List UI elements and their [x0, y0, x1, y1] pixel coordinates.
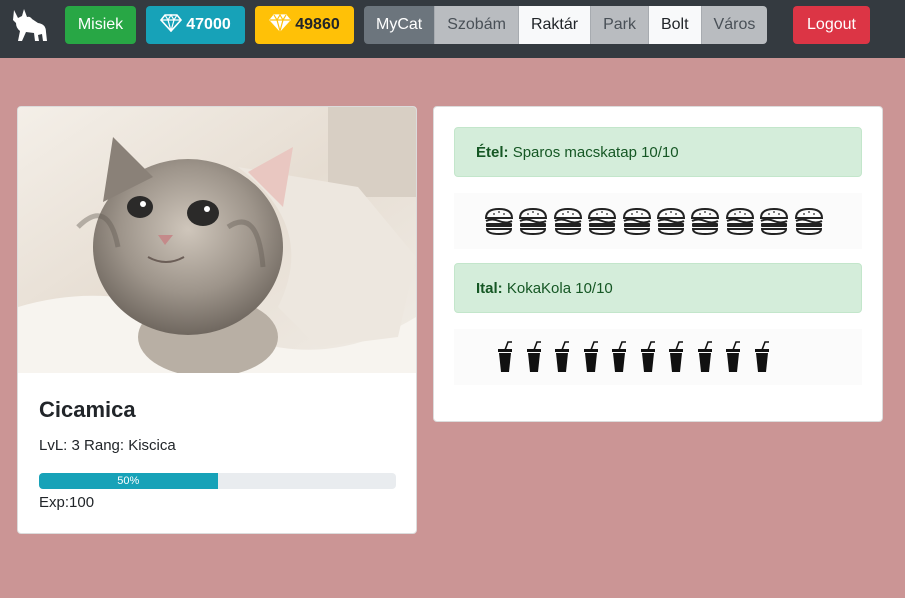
food-label: Étel: — [476, 144, 509, 161]
exp-value: Exp:100 — [39, 494, 95, 511]
soda-cup-icon — [754, 341, 769, 372]
nav-tab-group: MyCat Szobám Raktár Park Bolt Város — [364, 6, 768, 44]
hamburger-icon — [484, 207, 514, 236]
diamond-icon — [160, 13, 183, 32]
drink-icon-row — [454, 329, 862, 385]
hamburger-icon — [656, 207, 685, 236]
drink-status-alert: Ital: KokaKola 10/10 — [454, 263, 862, 313]
drink-value: KokaKola 10/10 — [506, 280, 613, 297]
hamburger-icon — [588, 207, 617, 236]
tab-szobam[interactable]: Szobám — [435, 6, 519, 44]
cat-level-rank: LvL: 3 Rang: Kiscica — [39, 437, 176, 454]
top-navbar: Misiek 47000 49860 MyCat Szobám Raktár P… — [0, 0, 905, 58]
gold-gems-count: 49860 — [295, 16, 340, 33]
soda-cup-icon — [612, 341, 626, 372]
tab-bolt[interactable]: Bolt — [648, 6, 702, 44]
logout-label: Logout — [807, 16, 856, 33]
soda-cup-icon — [726, 341, 740, 372]
hamburger-icon — [691, 207, 720, 236]
blue-gems-count: 47000 — [186, 16, 231, 33]
logout-button[interactable]: Logout — [793, 6, 870, 44]
blue-gems-button[interactable]: 47000 — [146, 6, 245, 44]
cat-name: Cicamica — [39, 397, 136, 422]
exp-progress-bar: 50% — [39, 473, 396, 489]
misiek-label: Misiek — [77, 16, 124, 33]
soda-cup-icon — [555, 341, 569, 372]
food-icon-row — [454, 193, 862, 249]
misiek-button[interactable]: Misiek — [65, 6, 136, 44]
hamburger-icon — [794, 207, 823, 236]
food-status-alert: Étel: Sparos macskatap 10/10 — [454, 127, 862, 177]
inventory-card: Étel: Sparos macskatap 10/10 Ital: KokaK… — [433, 106, 883, 422]
soda-cup-icon — [526, 341, 541, 372]
tab-varos[interactable]: Város — [701, 6, 768, 44]
diamond-icon — [269, 13, 292, 32]
soda-cup-icon — [697, 341, 712, 372]
hamburger-icon — [519, 207, 548, 236]
soda-cup-icon — [640, 341, 655, 372]
gold-gems-button[interactable]: 49860 — [255, 6, 354, 44]
hamburger-icon — [725, 207, 754, 236]
drink-label: Ital: — [476, 280, 503, 297]
tab-park[interactable]: Park — [591, 6, 649, 44]
food-value: Sparos macskatap 10/10 — [512, 144, 679, 161]
soda-cup-icon — [498, 341, 512, 372]
soda-cup-icon — [583, 341, 598, 372]
soda-cup-icon — [669, 341, 683, 372]
kitten-photo — [18, 107, 416, 373]
hamburger-icon — [760, 207, 789, 236]
hamburger-icon — [553, 207, 582, 236]
exp-progress-fill: 50% — [39, 473, 218, 489]
hamburger-icon — [622, 207, 651, 236]
cat-logo-icon[interactable] — [8, 6, 50, 44]
cat-profile-card: Cicamica LvL: 3 Rang: Kiscica 50% Exp:10… — [17, 106, 417, 534]
tab-raktar[interactable]: Raktár — [518, 6, 592, 44]
tab-mycat[interactable]: MyCat — [364, 6, 436, 44]
